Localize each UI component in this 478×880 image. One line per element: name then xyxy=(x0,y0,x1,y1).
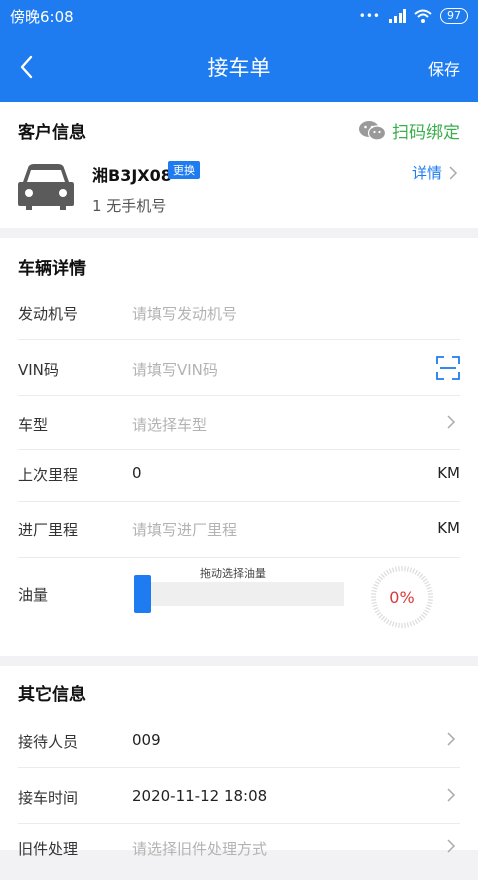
engine-number-row[interactable]: 发动机号 请填写发动机号 xyxy=(18,284,460,340)
last-mileage-value[interactable]: 0 xyxy=(132,464,142,482)
other-info-card: 其它信息 接待人员 009 接车时间 2020-11-12 18:08 旧件处理… xyxy=(0,666,478,858)
chevron-right-icon xyxy=(447,732,456,746)
fuel-slider-track[interactable] xyxy=(134,582,344,606)
chevron-right-icon xyxy=(447,788,456,802)
chevron-right-icon xyxy=(447,415,456,429)
car-icon xyxy=(18,164,74,210)
status-icons: ••• 97 xyxy=(359,8,468,24)
other-section-title: 其它信息 xyxy=(18,685,86,705)
engine-number-label: 发动机号 xyxy=(18,305,79,323)
car-model-select[interactable]: 请选择车型 xyxy=(132,414,207,435)
entry-mileage-input[interactable]: 请填写进厂里程 xyxy=(132,519,237,540)
license-plate: 湘B3JX08 xyxy=(92,166,172,185)
detail-link[interactable]: 详情 xyxy=(412,162,458,183)
receptionist-value: 009 xyxy=(132,731,161,749)
vin-label: VIN码 xyxy=(18,361,59,379)
save-button[interactable]: 保存 xyxy=(428,56,460,80)
vin-input[interactable]: 请填写VIN码 xyxy=(132,359,218,380)
status-time: 傍晚6:08 xyxy=(10,7,74,26)
last-mileage-label: 上次里程 xyxy=(18,466,79,484)
pickup-time-label: 接车时间 xyxy=(18,789,79,807)
wechat-icon xyxy=(359,120,386,141)
chevron-right-icon xyxy=(449,165,458,180)
fuel-hint: 拖动选择油量 xyxy=(200,567,266,580)
detail-label: 详情 xyxy=(411,164,442,182)
scan-icon[interactable] xyxy=(436,356,460,380)
receptionist-row[interactable]: 接待人员 009 xyxy=(18,712,460,768)
fuel-percent: 0% xyxy=(389,588,415,607)
nav-bar: 接车单 保存 xyxy=(0,32,478,102)
battery-indicator: 97 xyxy=(440,8,468,24)
more-dots-icon: ••• xyxy=(358,9,380,23)
old-parts-label: 旧件处理 xyxy=(18,840,79,858)
signal-icon xyxy=(389,9,406,23)
engine-number-input[interactable]: 请填写发动机号 xyxy=(132,303,237,324)
phone-text: 1 无手机号 xyxy=(92,197,167,215)
vin-row[interactable]: VIN码 请填写VIN码 xyxy=(18,340,460,396)
customer-section-title: 客户信息 xyxy=(18,123,86,143)
last-mileage-unit: KM xyxy=(437,464,460,482)
old-parts-select[interactable]: 请选择旧件处理方式 xyxy=(132,838,267,859)
last-mileage-row: 上次里程 0 KM xyxy=(18,450,460,502)
old-parts-row[interactable]: 旧件处理 请选择旧件处理方式 xyxy=(18,824,460,880)
receptionist-label: 接待人员 xyxy=(18,733,79,751)
entry-mileage-unit: KM xyxy=(437,519,460,537)
scan-bind-label: 扫码绑定 xyxy=(392,123,460,143)
status-bar: 傍晚6:08 ••• 97 xyxy=(0,0,478,32)
pickup-time-value: 2020-11-12 18:08 xyxy=(132,787,268,805)
car-model-row[interactable]: 车型 请选择车型 xyxy=(18,396,460,450)
pickup-time-row[interactable]: 接车时间 2020-11-12 18:08 xyxy=(18,768,460,824)
scan-bind-button[interactable]: 扫码绑定 xyxy=(358,118,460,143)
page-title: 接车单 xyxy=(207,56,271,80)
chevron-right-icon xyxy=(447,839,456,853)
fuel-slider-handle[interactable] xyxy=(134,575,151,613)
car-model-label: 车型 xyxy=(18,416,49,434)
entry-mileage-row[interactable]: 进厂里程 请填写进厂里程 KM xyxy=(18,502,460,558)
swap-button[interactable]: 更换 xyxy=(168,161,200,179)
vehicle-section-title: 车辆详情 xyxy=(18,259,86,279)
fuel-label: 油量 xyxy=(18,586,49,604)
entry-mileage-label: 进厂里程 xyxy=(18,521,79,539)
wifi-icon xyxy=(414,9,432,23)
